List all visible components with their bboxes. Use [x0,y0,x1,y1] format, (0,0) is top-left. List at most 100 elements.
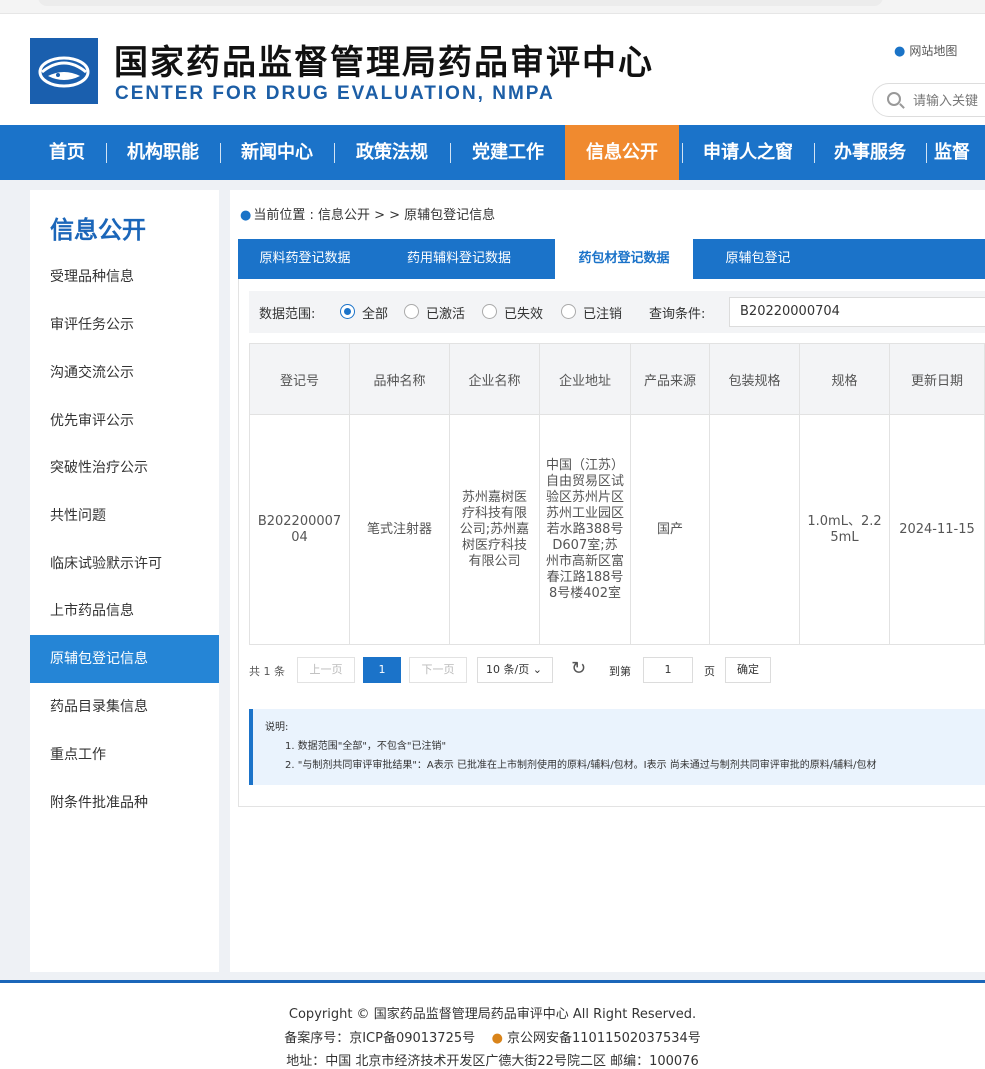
prev-page-button[interactable]: 上一页 [297,657,355,683]
logo-emblem-icon [30,38,98,104]
column-header-source: 产品来源 [630,343,710,415]
sidebar-item-common-issues[interactable]: 共性问题 [30,492,219,540]
site-search[interactable] [872,83,985,117]
nav-divider [682,143,683,163]
cde-logo[interactable] [30,38,98,104]
radio-expired-label[interactable]: 已失效 [504,303,543,322]
table-row[interactable]: B20220000704 笔式注射器 苏州嘉树医疗科技有限公司;苏州嘉树医疗科技… [249,414,985,645]
radio-expired[interactable] [482,304,497,319]
sidebar-item-accepted-varieties[interactable]: 受理品种信息 [30,253,219,301]
column-header-spec: 规格 [799,343,890,415]
nav-item-services[interactable]: 办事服务 [820,125,920,180]
notes-box: 说明: 1. 数据范围"全部"，不包含"已注销" 2. "与制剂共同审评审批结果… [249,709,985,785]
nav-item-news[interactable]: 新闻中心 [226,125,328,180]
query-input[interactable]: B20220000704 [729,297,985,327]
nav-item-info-public[interactable]: 信息公开 [565,125,679,180]
nav-divider [450,143,451,163]
nav-divider [814,143,815,163]
tab-bar: 原料药登记数据 药用辅料登记数据 药包材登记数据 原辅包登记 [238,239,985,280]
page-word: 页 [704,665,715,678]
cell-company: 苏州嘉树医疗科技有限公司;苏州嘉树医疗科技有限公司 [449,414,540,645]
notes-title: 说明: [265,722,289,733]
footer-record: 备案序号：京ICP备09013725号 ● 京公网安备11011502037534… [0,1027,985,1046]
search-icon[interactable] [887,92,901,106]
content-area: ● 当前位置 : 信息公开 > > 原辅包登记信息 原料药登记数据 药用辅料登记数… [230,190,985,972]
nav-item-supervision[interactable]: 监督 [934,125,985,180]
breadcrumb: ● 当前位置 : 信息公开 > > 原辅包登记信息 [240,204,495,223]
cell-reg-no: B20220000704 [249,414,350,645]
notes-line-2: 2. "与制剂共同审评审批结果"：A表示 已批准在上市制剂使用的原料/辅料/包材… [285,760,877,771]
tab-api-data[interactable]: 原料药登记数据 [238,239,372,279]
footer-address: 地址：中国 北京市经济技术开发区广德大街22号院二区 邮编：100076 [286,1054,699,1069]
column-header-update-date: 更新日期 [889,343,985,415]
cell-address: 中国（江苏）自由贸易区试验区苏州片区苏州工业园区若水路388号D607室;苏州市… [539,414,631,645]
footer-police[interactable]: 京公网安备11011502037534号 [507,1031,701,1046]
footer-icp[interactable]: 备案序号：京ICP备09013725号 [284,1031,475,1046]
refresh-icon[interactable]: ↻ [571,658,586,679]
page-size-select[interactable]: 10 条/页 ⌄ [477,657,553,683]
site-title-cn: 国家药品监督管理局药品审评中心 [114,43,654,83]
sitemap-link[interactable]: ● 网站地图 [894,42,957,59]
sidebar-title: 信息公开 [50,216,146,244]
notes-line-1: 1. 数据范围"全部"，不包含"已注销" [285,741,447,752]
breadcrumb-text: 当前位置 : 信息公开 > > 原辅包登记信息 [253,208,496,223]
query-label: 查询条件: [649,307,706,322]
sidebar-item-breakthrough[interactable]: 突破性治疗公示 [30,444,219,492]
column-header-product-name: 品种名称 [349,343,450,415]
radio-activated-label[interactable]: 已激活 [426,303,465,322]
cell-source: 国产 [630,414,710,645]
tab-packaging-data[interactable]: 药包材登记数据 [555,239,693,280]
site-title-en: CENTER FOR DRUG EVALUATION, NMPA [115,83,555,104]
column-header-address: 企业地址 [539,343,631,415]
goto-page-input[interactable]: 1 [643,657,693,683]
sidebar-item-conditional-approval[interactable]: 附条件批准品种 [30,779,219,827]
nav-divider [926,143,927,163]
page-size-value: 10 条/页 [486,663,530,676]
sidebar-item-key-work[interactable]: 重点工作 [30,731,219,779]
police-badge-icon: ● [491,1031,503,1046]
search-input[interactable] [913,91,985,111]
nav-item-party[interactable]: 党建工作 [456,125,560,180]
goto-confirm-button[interactable]: 确定 [725,657,771,683]
radio-all-label[interactable]: 全部 [362,303,388,322]
radio-activated[interactable] [404,304,419,319]
sidebar-item-marketed-drugs[interactable]: 上市药品信息 [30,587,219,635]
column-header-package-spec: 包装规格 [709,343,800,415]
radio-all[interactable] [340,304,355,319]
nav-divider [106,143,107,163]
sitemap-label: 网站地图 [909,44,958,58]
tab-excipient-data[interactable]: 药用辅料登记数据 [384,239,534,279]
page-number-button[interactable]: 1 [363,657,401,683]
site-header: 国家药品监督管理局药品审评中心 CENTER FOR DRUG EVALUATI… [0,15,985,125]
radio-cancelled-label[interactable]: 已注销 [583,303,622,322]
sidebar-item-priority-review[interactable]: 优先审评公示 [30,397,219,445]
results-table: 登记号 品种名称 企业名称 企业地址 产品来源 包装规格 规格 更新日期 B20… [249,343,985,645]
location-pin-icon: ● [240,208,252,223]
tab-registration[interactable]: 原辅包登记 [704,239,812,279]
main-nav: 首页 机构职能 新闻中心 政策法规 党建工作 信息公开 申请人之窗 办事服务 监… [0,125,985,180]
sidebar-item-review-tasks[interactable]: 审评任务公示 [30,301,219,349]
nav-item-applicant[interactable]: 申请人之窗 [688,125,808,180]
chevron-down-icon: ⌄ [532,663,542,676]
column-header-reg-no: 登记号 [249,343,350,415]
site-footer: Copyright © 国家药品监督管理局药品审评中心 All Right Re… [0,980,985,1069]
pagination: 共 1 条 上一页 1 下一页 10 条/页 ⌄ ↻ 到第 1 页 确定 [249,655,985,685]
location-pin-icon: ● [894,44,906,59]
sidebar-item-api-excipient-registration[interactable]: 原辅包登记信息 [30,635,219,683]
address-bar[interactable] [38,0,883,6]
radio-cancelled[interactable] [561,304,576,319]
sidebar-item-drug-catalog[interactable]: 药品目录集信息 [30,683,219,731]
nav-item-policy[interactable]: 政策法规 [340,125,444,180]
nav-divider [334,143,335,163]
sidebar-item-clinical-trial[interactable]: 临床试验默示许可 [30,540,219,588]
total-count: 共 1 条 [249,665,285,678]
nav-item-home[interactable]: 首页 [34,125,100,180]
nav-item-functions[interactable]: 机构职能 [112,125,214,180]
sidebar-item-communication[interactable]: 沟通交流公示 [30,349,219,397]
goto-label: 到第 [609,665,631,678]
range-label: 数据范围: [259,307,316,322]
cell-package-spec [709,414,800,645]
next-page-button[interactable]: 下一页 [409,657,467,683]
cell-update-date: 2024-11-15 [889,414,985,645]
sidebar: 信息公开 受理品种信息 审评任务公示 沟通交流公示 优先审评公示 突破性治疗公示… [30,190,219,972]
